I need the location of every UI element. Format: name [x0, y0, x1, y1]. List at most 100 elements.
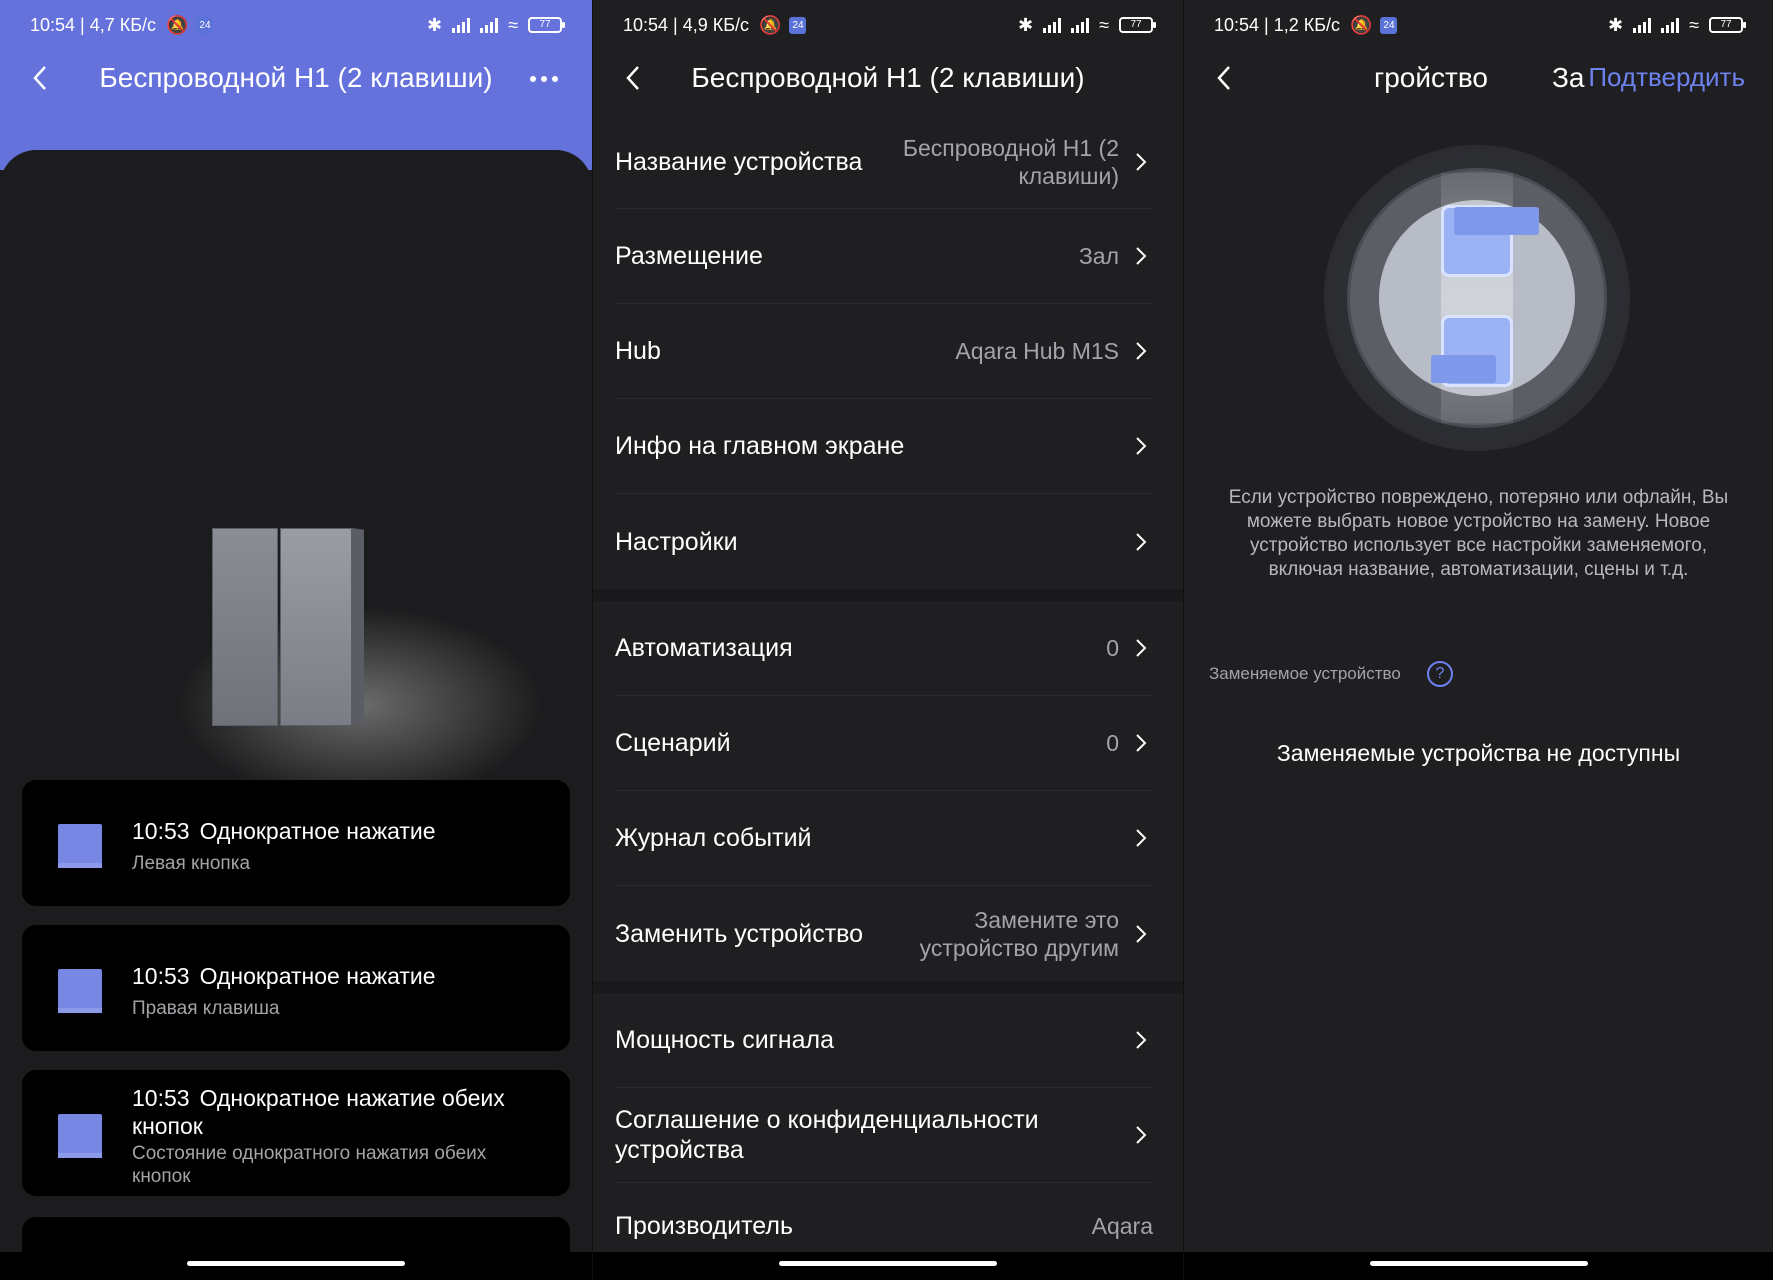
- switch-device-image: [212, 528, 368, 726]
- empty-state-message: Заменяемые устройства не доступны: [1276, 740, 1681, 766]
- notification-badge: 24: [789, 16, 807, 34]
- event-detail: Левая кнопка: [132, 853, 251, 874]
- switch-event-icon: [58, 1114, 102, 1158]
- settings-row-scene[interactable]: Сценарий 0: [615, 696, 1153, 791]
- event-log-item[interactable]: 10:53 Однократное нажатие обеих кнопок Со…: [22, 1070, 570, 1196]
- row-label: Настройки: [615, 527, 738, 556]
- more-dot-icon: [552, 76, 558, 82]
- home-indicator[interactable]: [779, 1261, 997, 1266]
- app-bar: Беспроводной H1 (2 клавиши): [0, 50, 592, 105]
- settings-row-location[interactable]: Размещение Зал: [615, 209, 1153, 304]
- bluetooth-icon: ✱: [427, 14, 443, 35]
- chevron-right-icon: [1129, 826, 1153, 850]
- settings-row-signal-strength[interactable]: Мощность сигнала: [615, 993, 1153, 1088]
- event-action: Однократное нажатие: [199, 818, 436, 844]
- status-bar: 10:54 | 4,7 КБ/с 🔕 24 ✱ ≈ 77: [0, 0, 592, 50]
- battery-icon: 77: [528, 17, 565, 33]
- signal-icon: [1071, 17, 1090, 33]
- row-value: Aqara: [1091, 1213, 1153, 1239]
- back-button[interactable]: [1210, 64, 1238, 92]
- mute-icon: 🔕: [1350, 14, 1373, 35]
- row-label: Автоматизация: [615, 634, 793, 662]
- chevron-right-icon: [1129, 922, 1153, 946]
- chevron-right-icon: [1129, 1123, 1153, 1147]
- chevron-right-icon: [1129, 150, 1153, 174]
- navigation-area: [593, 1252, 1183, 1280]
- row-label: Hub: [615, 337, 661, 365]
- status-text: 10:54 | 4,9 КБ/с: [623, 14, 750, 35]
- settings-row-privacy-agreement[interactable]: Соглашение о конфиденциальности устройст…: [615, 1088, 1153, 1183]
- replaced-device-label: Заменяемое устройство: [1209, 664, 1401, 683]
- row-value: Замените это устройство другим: [919, 906, 1119, 961]
- settings-row-device-name[interactable]: Название устройства Беспроводной H1 (2 к…: [615, 115, 1153, 209]
- back-button[interactable]: [26, 64, 54, 92]
- status-bar: 10:54 | 1,2 КБ/с 🔕 24 ✱ ≈ 77: [1184, 0, 1773, 50]
- more-dot-icon: [530, 76, 536, 82]
- replace-explanation: Если устройство повреждено, потеряно или…: [1228, 487, 1729, 580]
- back-button[interactable]: [619, 64, 647, 92]
- wifi-icon: ≈: [1689, 14, 1699, 35]
- settings-row-settings[interactable]: Настройки: [615, 494, 1153, 589]
- device-card-tab: [1431, 355, 1496, 383]
- event-log-item[interactable]: 10:53 Однократное нажатие Правая клавиша: [22, 925, 570, 1051]
- status-bar: 10:54 | 4,9 КБ/с 🔕 24 ✱ ≈ 77: [593, 0, 1183, 50]
- settings-row-hub[interactable]: Hub Aqara Hub M1S: [615, 304, 1153, 399]
- device-detail-panel: 10:54 | 4,7 КБ/с 🔕 24 ✱ ≈ 77 Беспроводно…: [0, 0, 592, 1280]
- event-time: 10:53: [132, 1085, 190, 1111]
- row-label: Заменить устройство: [615, 919, 864, 948]
- row-label: Соглашение о конфиденциальности устройст…: [615, 1106, 1039, 1164]
- page-title: Беспроводной H1 (2 клавиши): [691, 61, 1085, 93]
- battery-icon: 77: [1709, 17, 1746, 33]
- chevron-right-icon: [1129, 731, 1153, 755]
- home-indicator[interactable]: [187, 1261, 405, 1266]
- row-value: 0: [1106, 635, 1119, 661]
- settings-row-event-log[interactable]: Журнал событий: [615, 791, 1153, 886]
- navigation-area: [1184, 1252, 1773, 1280]
- settings-row-automation[interactable]: Автоматизация 0: [615, 601, 1153, 696]
- bluetooth-icon: ✱: [1608, 14, 1624, 35]
- status-text: 10:54 | 1,2 КБ/с: [1214, 14, 1341, 35]
- row-value: Aqara Hub M1S: [955, 338, 1119, 364]
- confirm-button[interactable]: Подтвердить: [1588, 62, 1745, 93]
- help-icon[interactable]: ?: [1427, 661, 1453, 687]
- device-settings-panel: 10:54 | 4,9 КБ/с 🔕 24 ✱ ≈ 77 Беспроводно…: [592, 0, 1183, 1280]
- settings-row-replace-device[interactable]: Заменить устройство Замените это устройс…: [615, 886, 1153, 981]
- row-value: Беспроводной H1 (2 клавиши): [902, 134, 1119, 189]
- signal-icon: [1661, 17, 1680, 33]
- switch-event-icon: [58, 969, 102, 1013]
- event-title: 10:53 Однократное нажатие обеих кнопок: [132, 1084, 540, 1140]
- notification-badge: 24: [1380, 16, 1398, 34]
- more-options-button[interactable]: [524, 64, 564, 94]
- battery-icon: 77: [1119, 17, 1156, 33]
- row-label: Сценарий: [615, 729, 731, 757]
- wifi-icon: ≈: [508, 14, 518, 35]
- row-label: Журнал событий: [615, 824, 812, 852]
- chevron-right-icon: [1129, 1028, 1153, 1052]
- home-indicator[interactable]: [1369, 1261, 1588, 1266]
- device-hero: [0, 150, 592, 790]
- signal-icon: [1043, 17, 1062, 33]
- event-action: Однократное нажатие: [199, 963, 436, 989]
- page-title: гройство: [1374, 62, 1488, 93]
- more-dot-icon: [541, 76, 547, 82]
- row-value: Зал: [1078, 243, 1119, 269]
- page-title: Беспроводной H1 (2 клавиши): [99, 61, 493, 93]
- event-detail: Правая клавиша: [132, 998, 280, 1019]
- switch-event-icon: [58, 824, 102, 868]
- event-log-item[interactable]: 10:53 Однократное нажатие Левая кнопка: [22, 780, 570, 906]
- status-text: 10:54 | 4,7 КБ/с: [30, 14, 157, 35]
- row-value: 0: [1106, 730, 1119, 756]
- section-divider: [593, 981, 1183, 993]
- mute-icon: 🔕: [759, 14, 782, 35]
- event-detail: Состояние однократного нажатия обеих кно…: [132, 1143, 487, 1187]
- row-label: Размещение: [615, 242, 763, 270]
- event-title: 10:53 Однократное нажатие: [132, 817, 540, 845]
- signal-icon: [452, 17, 471, 33]
- replace-device-panel: 10:54 | 1,2 КБ/с 🔕 24 ✱ ≈ 77 гройство За…: [1183, 0, 1773, 1280]
- event-time: 10:53: [132, 818, 190, 844]
- notification-badge: 24: [196, 16, 214, 34]
- signal-icon: [480, 17, 499, 33]
- replace-device-illustration: [1324, 145, 1630, 451]
- app-bar: Беспроводной H1 (2 клавиши): [593, 50, 1183, 105]
- settings-row-home-screen-info[interactable]: Инфо на главном экране: [615, 399, 1153, 494]
